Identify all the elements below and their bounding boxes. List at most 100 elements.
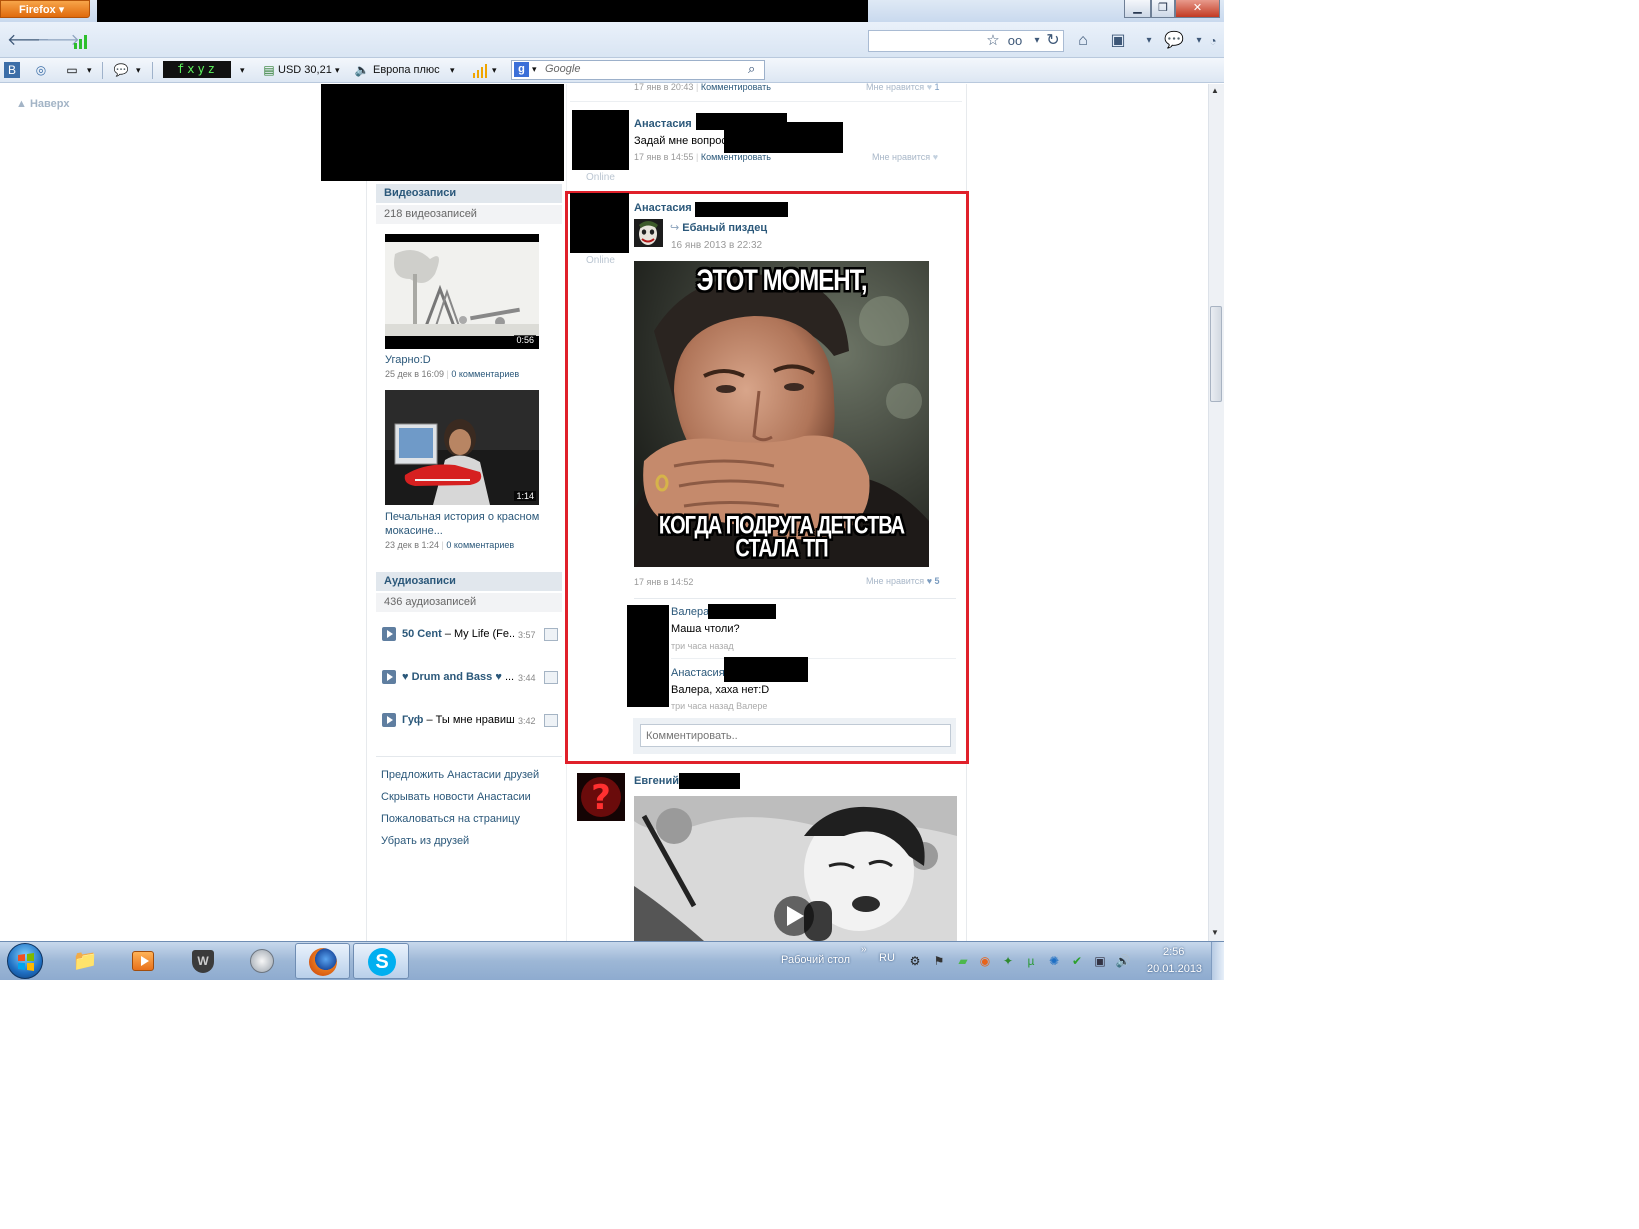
like-button[interactable]: Мне нравится ♥ 1 [866,82,940,92]
bookmarks-icon[interactable]: ▣ [1108,31,1128,51]
video-title[interactable]: Угарно:D [385,354,431,366]
post-author[interactable]: Анастасия [634,118,692,130]
save-disk-icon[interactable] [544,671,558,684]
scroll-up-arrow-icon[interactable]: ▲ [1211,86,1219,95]
redacted-avatar[interactable] [570,193,629,253]
reader-glasses-icon[interactable]: oo [1005,31,1025,51]
display-icon[interactable]: ▣ [1092,953,1108,969]
chat-bubble-icon[interactable]: 💬 [1164,31,1184,51]
maximize-button[interactable]: ❐ [1151,0,1175,18]
radio-station[interactable]: Европа плюс [373,62,440,79]
explorer-icon[interactable]: 📁 [59,943,111,979]
nvidia-icon[interactable]: ▰ [955,953,971,969]
forward-icon[interactable]: 🡒 [37,31,80,51]
audio-count[interactable]: 436 аудиозаписей [376,593,562,612]
security-check-icon[interactable]: ✔ [1069,953,1085,969]
action-center-flag-icon[interactable]: ⚑ [931,953,947,969]
addon-icon[interactable]: ◔ [1203,31,1223,51]
video-preview[interactable] [634,796,957,941]
home-icon[interactable]: ⌂ [1073,31,1093,51]
videos-section-title[interactable]: Видеозаписи [376,184,562,203]
world-of-tanks-icon[interactable]: W [177,943,229,979]
remove-friend-link[interactable]: Убрать из друзей [381,835,469,847]
video-comments-link[interactable]: 0 комментариев [451,369,519,379]
video-thumbnail[interactable]: 0:56 [385,234,539,349]
network-icon[interactable]: ✦ [1000,953,1016,969]
comment-addon-icon[interactable]: 💬 [113,62,129,78]
repost-source[interactable]: ↪ Ебаный пиздец [670,221,767,234]
dropdown-arrow-icon[interactable]: ▾ [136,62,141,79]
video-thumbnail[interactable]: 1:14 [385,390,539,505]
comment-link[interactable]: Комментировать [701,82,771,92]
clock-time[interactable]: 2:56 [1163,946,1184,958]
currency-rate[interactable]: USD 30,21 [278,62,332,79]
reload-icon[interactable]: ↻ [1043,31,1063,51]
dropdown-arrow-icon[interactable]: ▾ [335,62,340,79]
dropdown-arrow-icon[interactable]: ▾ [450,62,455,79]
speaker-app-icon[interactable] [236,943,288,979]
vk-bar-icon[interactable]: B [4,62,20,78]
dropdown-arrow-icon[interactable]: ▾ [1139,31,1159,51]
refresh-addon-icon[interactable]: ◎ [33,62,49,78]
audio-section-title[interactable]: Аудиозаписи [376,572,562,591]
audio-track[interactable]: ♥ Drum and Bass ♥ ... [402,671,514,683]
comment-input[interactable] [640,724,951,747]
video-title[interactable]: Печальная история о красном мокасине... [385,510,545,538]
close-window-button[interactable]: ✕ [1175,0,1220,18]
volume-icon[interactable]: 🔊 [1115,953,1131,969]
steam-icon[interactable]: ⚙ [907,953,923,969]
suggest-friends-link[interactable]: Предложить Анастасии друзей [381,769,539,781]
desktop-toolbar-label[interactable]: Рабочий стол [781,954,850,966]
bookmark-star-icon[interactable]: ☆ [983,31,1003,51]
utorrent-icon[interactable]: µ [1023,953,1039,969]
comment-author[interactable]: Валера [671,606,709,618]
firefox-menu-button[interactable]: Firefox ▾ [0,0,90,18]
like-button[interactable]: Мне нравится ♥ 5 [866,576,940,586]
videos-count[interactable]: 218 видеозаписей [376,205,562,224]
audio-play-icon[interactable] [382,713,396,727]
toolbar-chevron-icon[interactable]: » [861,944,867,955]
fxyz-widget[interactable]: fxyz [163,61,231,78]
show-desktop-button[interactable] [1211,942,1224,980]
search-icon[interactable]: ⌕ [748,61,755,77]
media-player-icon[interactable] [118,943,170,979]
group-avatar[interactable] [634,219,663,247]
comment-author[interactable]: Анастасия [671,667,725,679]
scroll-down-arrow-icon[interactable]: ▼ [1211,928,1219,937]
comment-link[interactable]: Комментировать [701,152,771,162]
language-indicator[interactable]: RU [879,952,895,964]
dropdown-arrow-icon[interactable]: ▾ [532,61,537,78]
hide-news-link[interactable]: Скрывать новости Анастасии [381,791,531,803]
firefox-icon[interactable] [295,943,350,979]
clock-date[interactable]: 20.01.2013 [1147,963,1202,975]
save-disk-icon[interactable] [544,628,558,641]
audio-track[interactable]: 50 Cent – My Life (Fe... [402,628,514,640]
save-disk-icon[interactable] [544,714,558,727]
dropdown-arrow-icon[interactable]: ▾ [492,62,497,79]
dropdown-arrow-icon[interactable]: ▾ [240,62,245,79]
post-author[interactable]: Евгений [634,775,679,787]
audio-play-icon[interactable] [382,670,396,684]
radio-speaker-icon[interactable]: 🔈 [354,62,370,78]
start-button[interactable] [7,943,43,979]
report-page-link[interactable]: Пожаловаться на страницу [381,813,520,825]
like-button[interactable]: Мне нравится ♥ [872,152,938,162]
redacted-avatar[interactable] [572,110,629,170]
minimize-button[interactable]: ▁ [1124,0,1151,18]
back-to-top-link[interactable]: ▲ Наверх [16,98,69,110]
screenshot-icon[interactable]: ▭ [64,62,80,78]
skype-icon[interactable]: S [353,943,409,979]
google-icon[interactable]: g [514,62,529,77]
post-avatar[interactable]: ? [577,773,625,821]
video-comments-link[interactable]: 0 комментариев [446,540,514,550]
audio-play-icon[interactable] [382,627,396,641]
post-author[interactable]: Анастасия [634,202,692,214]
dropdown-arrow-icon[interactable]: ▾ [87,62,92,79]
scrollbar-thumb[interactable] [1210,306,1222,402]
back-icon[interactable]: 🡐 [7,31,50,51]
audio-track[interactable]: Гуф – Ты мне нравиш... [402,714,514,726]
avast-icon[interactable]: ◉ [977,953,993,969]
meme-image[interactable]: ЭТОТ МОМЕНТ, КОГДА ПОДРУГА ДЕТСТВА СТАЛА… [634,261,929,567]
scrollbar[interactable] [1208,84,1224,941]
sync-icon[interactable]: ✺ [1046,953,1062,969]
